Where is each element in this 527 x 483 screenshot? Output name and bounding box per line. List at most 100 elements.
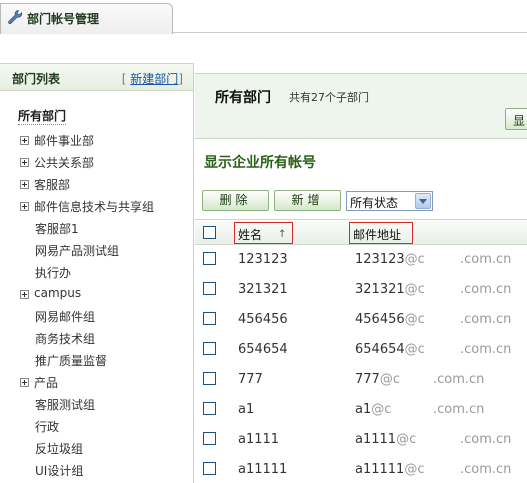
row-mail-domain: .com.cn bbox=[460, 282, 512, 297]
row-mail-user: 654654 bbox=[355, 342, 405, 357]
tree-item-label: 产品 bbox=[34, 376, 59, 390]
tree-item[interactable]: 商务技术组 bbox=[35, 330, 95, 350]
new-dept-wrapper: [ 新建部门] bbox=[122, 70, 183, 87]
row-mail-user: a1 bbox=[355, 402, 372, 417]
table-row[interactable]: 654654 654654@c .com.cn bbox=[195, 335, 527, 365]
sidebar-title: 部门列表 bbox=[12, 72, 61, 86]
tree-item-label: 执行办 bbox=[35, 266, 72, 280]
table-header: 姓名 ↑ 邮件地址 bbox=[195, 219, 527, 245]
row-checkbox[interactable] bbox=[203, 462, 216, 475]
section-title: 显示企业所有帐号 bbox=[204, 155, 316, 171]
display-button[interactable]: 显 bbox=[505, 108, 527, 130]
column-header-mail[interactable]: 邮件地址 bbox=[349, 222, 413, 244]
tab-strip: 部门帐号管理 bbox=[0, 0, 527, 34]
row-mail-at: @c bbox=[371, 402, 392, 417]
column-header-name-label: 姓名 bbox=[238, 228, 263, 242]
expand-plus-icon[interactable] bbox=[20, 158, 29, 167]
column-header-name[interactable]: 姓名 ↑ bbox=[234, 222, 293, 244]
tree-item[interactable]: UI设计组 bbox=[35, 462, 83, 482]
select-all-checkbox[interactable] bbox=[203, 226, 216, 239]
status-select-value: 所有状态 bbox=[350, 196, 399, 210]
sidebar: 部门列表 [ 新建部门] 所有部门 邮件事业部公共关系部客服部邮件信息技术与共享… bbox=[0, 63, 194, 483]
new-dept-link[interactable]: 新建部门 bbox=[130, 72, 178, 86]
tree-item[interactable]: 推广质量监督 bbox=[35, 352, 107, 372]
tree-item[interactable]: 执行办 bbox=[35, 264, 71, 284]
row-checkbox[interactable] bbox=[203, 282, 216, 295]
row-mail-at: @c bbox=[396, 432, 417, 447]
row-name: 321321 bbox=[238, 282, 288, 297]
sidebar-header: 部门列表 [ 新建部门] bbox=[0, 64, 193, 91]
table-row[interactable]: 321321 321321@c .com.cn bbox=[195, 275, 527, 305]
row-name: 777 bbox=[238, 372, 263, 387]
row-checkbox[interactable] bbox=[203, 342, 216, 355]
row-mail-user: a1111 bbox=[355, 432, 397, 447]
row-name: 456456 bbox=[238, 312, 288, 327]
expand-plus-icon[interactable] bbox=[20, 202, 29, 211]
tree-item[interactable]: 邮件信息技术与共享组 bbox=[20, 198, 154, 218]
row-mail-user: a11111 bbox=[355, 462, 405, 477]
row-mail-domain: .com.cn bbox=[460, 342, 512, 357]
tree-item[interactable]: campus bbox=[20, 286, 81, 306]
tree-item-label: 客服部1 bbox=[35, 222, 79, 236]
tab-label: 部门帐号管理 bbox=[27, 12, 100, 26]
table-row[interactable]: 777 777@c .com.cn bbox=[195, 365, 527, 395]
row-mail: a11111@c bbox=[355, 462, 424, 477]
status-select[interactable]: 所有状态 bbox=[346, 191, 433, 211]
tree-item-label: campus bbox=[34, 286, 82, 300]
row-mail: 777@c bbox=[355, 372, 400, 387]
add-button[interactable]: 新增 bbox=[274, 190, 341, 211]
page-title: 所有部门 bbox=[215, 90, 271, 106]
tab-dept-account-management[interactable]: 部门帐号管理 bbox=[0, 3, 173, 34]
row-mail-domain: .com.cn bbox=[460, 462, 512, 477]
tree-item[interactable]: 反垃圾组 bbox=[35, 440, 83, 460]
tree-item-label: 客服部 bbox=[34, 178, 71, 192]
row-mail-domain: .com.cn bbox=[460, 432, 512, 447]
expand-plus-icon[interactable] bbox=[20, 180, 29, 189]
tree-item[interactable]: 客服部 bbox=[20, 176, 70, 196]
row-mail-user: 777 bbox=[355, 372, 380, 387]
delete-button[interactable]: 删除 bbox=[202, 190, 269, 211]
tree-item[interactable]: 网易邮件组 bbox=[35, 308, 95, 328]
row-mail-user: 456456 bbox=[355, 312, 405, 327]
tree-item-label: 公共关系部 bbox=[34, 156, 95, 170]
table-row[interactable]: a1 a1@c .com.cn bbox=[195, 395, 527, 425]
subdept-count: 共有27个子部门 bbox=[289, 91, 369, 104]
tree-item-label: 反垃圾组 bbox=[35, 442, 84, 456]
row-mail-at: @c bbox=[404, 282, 425, 297]
tree-item[interactable]: 公共关系部 bbox=[20, 154, 94, 174]
tree-item-label: 客服测试组 bbox=[35, 398, 96, 412]
row-checkbox[interactable] bbox=[203, 402, 216, 415]
row-name: 654654 bbox=[238, 342, 288, 357]
expand-plus-icon[interactable] bbox=[20, 378, 29, 387]
tree-item[interactable]: 邮件事业部 bbox=[20, 132, 94, 152]
tree-item-label: 邮件信息技术与共享组 bbox=[34, 200, 155, 214]
row-mail-domain: .com.cn bbox=[433, 372, 485, 387]
bracket-close: ] bbox=[178, 72, 183, 86]
expand-plus-icon[interactable] bbox=[20, 136, 29, 145]
row-checkbox[interactable] bbox=[203, 252, 216, 265]
tree-root-all-depts[interactable]: 所有部门 bbox=[18, 107, 67, 125]
row-checkbox[interactable] bbox=[203, 372, 216, 385]
row-mail-at: @c bbox=[404, 342, 425, 357]
chevron-down-icon[interactable] bbox=[415, 193, 431, 209]
tree-item[interactable]: 客服部1 bbox=[35, 220, 79, 240]
row-checkbox[interactable] bbox=[203, 312, 216, 325]
tree-item[interactable]: 网易产品测试组 bbox=[35, 242, 119, 262]
tree-item[interactable]: 产品 bbox=[20, 374, 58, 394]
row-name: 123123 bbox=[238, 252, 288, 267]
table-row[interactable]: a11111 a11111@c .com.cn bbox=[195, 455, 527, 483]
tree-item-label: 邮件事业部 bbox=[34, 134, 95, 148]
tree-item[interactable]: 客服测试组 bbox=[35, 396, 95, 416]
row-checkbox[interactable] bbox=[203, 432, 216, 445]
table-row[interactable]: 123123 123123@c .com.cn bbox=[195, 245, 527, 275]
tree-item-label: 网易邮件组 bbox=[35, 310, 96, 324]
row-mail-domain: .com.cn bbox=[460, 312, 512, 327]
tree-item-label: 商务技术组 bbox=[35, 332, 96, 346]
table-row[interactable]: 456456 456456@c .com.cn bbox=[195, 305, 527, 335]
tree-item[interactable]: 行政 bbox=[35, 418, 59, 438]
table-row[interactable]: a1111 a1111@c .com.cn bbox=[195, 425, 527, 455]
sort-arrow-icon: ↑ bbox=[278, 229, 287, 240]
expand-plus-icon[interactable] bbox=[20, 290, 29, 299]
row-mail: a1111@c bbox=[355, 432, 416, 447]
row-mail-domain: .com.cn bbox=[433, 402, 485, 417]
